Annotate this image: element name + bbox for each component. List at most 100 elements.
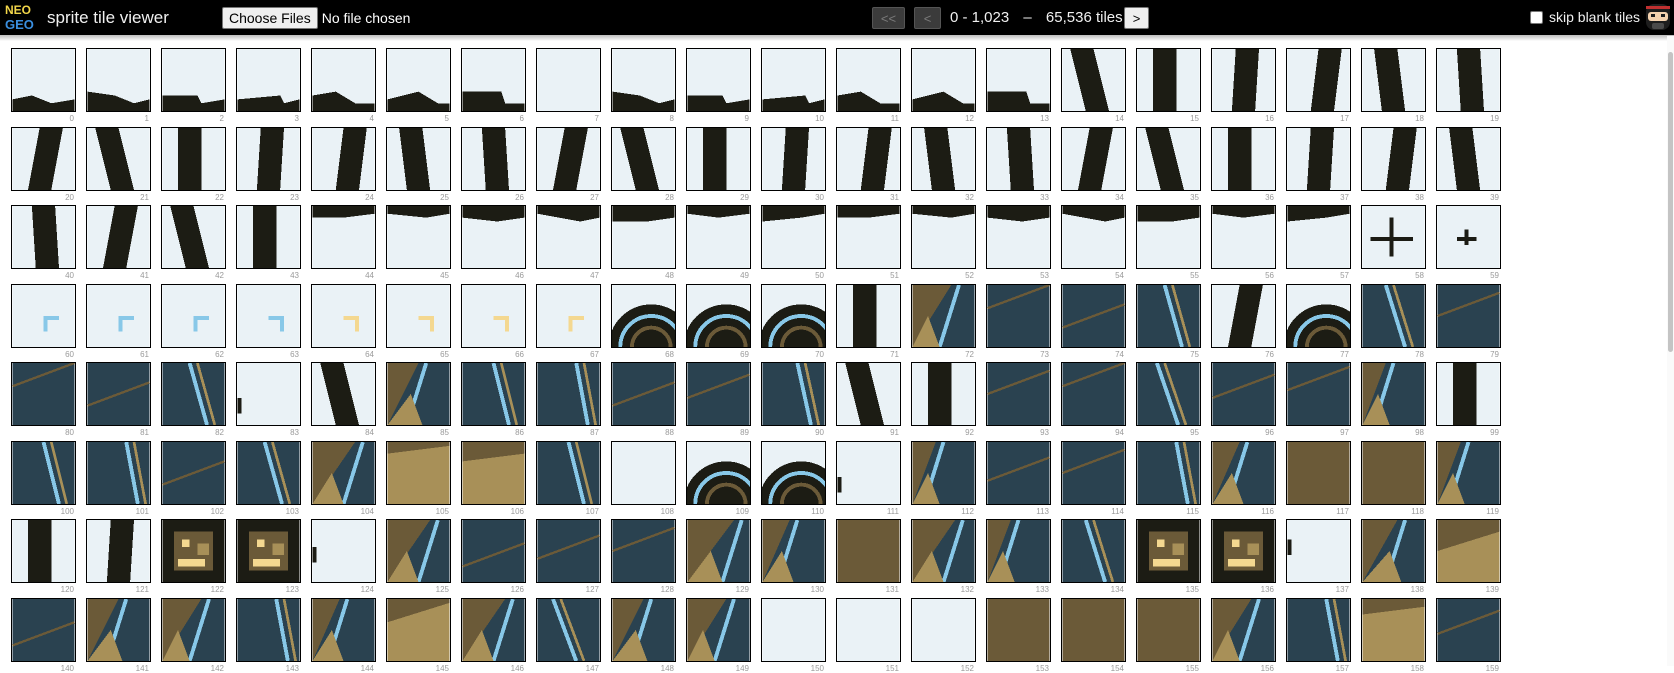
sprite-tile[interactable]: 66 bbox=[461, 284, 526, 359]
sprite-tile[interactable]: 123 bbox=[236, 519, 301, 594]
sprite-tile[interactable]: 130 bbox=[761, 519, 826, 594]
sprite-tile[interactable]: 129 bbox=[686, 519, 751, 594]
sprite-tile[interactable]: 127 bbox=[536, 519, 601, 594]
sprite-tile[interactable]: 21 bbox=[86, 127, 151, 202]
sprite-tile[interactable]: 46 bbox=[461, 205, 526, 280]
sprite-tile[interactable]: 52 bbox=[911, 205, 976, 280]
sprite-tile[interactable]: 32 bbox=[911, 127, 976, 202]
sprite-tile[interactable]: 53 bbox=[986, 205, 1051, 280]
sprite-tile[interactable]: 128 bbox=[611, 519, 676, 594]
sprite-tile[interactable]: 114 bbox=[1061, 441, 1126, 516]
sprite-tile[interactable]: 89 bbox=[686, 362, 751, 437]
sprite-tile[interactable]: 73 bbox=[986, 283, 1051, 359]
sprite-tile[interactable]: 151 bbox=[836, 598, 901, 673]
sprite-tile[interactable]: 106 bbox=[461, 441, 526, 516]
first-page-button[interactable]: << bbox=[872, 7, 905, 29]
sprite-tile[interactable]: 113 bbox=[986, 441, 1051, 516]
sprite-tile[interactable]: 43 bbox=[236, 205, 301, 280]
sprite-tile[interactable]: 156 bbox=[1211, 598, 1276, 673]
sprite-tile[interactable]: 42 bbox=[161, 205, 226, 280]
sprite-tile[interactable]: 107 bbox=[536, 441, 601, 516]
sprite-tile[interactable]: 23 bbox=[236, 127, 301, 202]
sprite-tile[interactable]: 120 bbox=[11, 519, 76, 594]
sprite-tile[interactable]: 63 bbox=[236, 284, 301, 359]
sprite-tile[interactable]: 0 bbox=[11, 48, 76, 123]
sprite-tile[interactable]: 72 bbox=[911, 284, 976, 359]
sprite-tile[interactable]: 39 bbox=[1436, 127, 1501, 202]
sprite-tile[interactable]: 93 bbox=[986, 362, 1051, 437]
sprite-tile[interactable]: 27 bbox=[536, 127, 601, 202]
sprite-tile[interactable]: 159 bbox=[1436, 598, 1501, 673]
sprite-tile[interactable]: 146 bbox=[461, 598, 526, 673]
sprite-tile[interactable]: 56 bbox=[1211, 205, 1276, 280]
sprite-tile[interactable]: 81 bbox=[86, 362, 151, 437]
sprite-tile[interactable]: 97 bbox=[1286, 362, 1351, 437]
sprite-tile[interactable]: 131 bbox=[836, 519, 901, 594]
sprite-tile[interactable]: 153 bbox=[986, 598, 1051, 673]
sprite-tile[interactable]: 28 bbox=[611, 127, 676, 202]
sprite-tile[interactable]: 6 bbox=[461, 48, 526, 123]
sprite-tile[interactable]: 150 bbox=[761, 598, 826, 673]
sprite-tile[interactable]: 142 bbox=[161, 598, 226, 673]
sprite-tile[interactable]: 36 bbox=[1211, 127, 1276, 202]
sprite-tile[interactable]: 119 bbox=[1436, 441, 1501, 516]
skip-blank-toggle[interactable]: skip blank tiles bbox=[1530, 9, 1640, 25]
sprite-tile[interactable]: 8 bbox=[611, 48, 676, 123]
sprite-tile[interactable]: 29 bbox=[686, 127, 751, 202]
sprite-tile[interactable]: 22 bbox=[161, 127, 226, 202]
sprite-tile[interactable]: 100 bbox=[11, 441, 76, 516]
sprite-tile[interactable]: 74 bbox=[1061, 284, 1126, 359]
sprite-tile[interactable]: 84 bbox=[311, 362, 376, 437]
sprite-tile[interactable]: 135 bbox=[1136, 519, 1201, 594]
sprite-tile[interactable]: 83 bbox=[236, 362, 301, 437]
sprite-tile[interactable]: 118 bbox=[1361, 441, 1426, 516]
sprite-tile[interactable]: 45 bbox=[386, 205, 451, 280]
vertical-scrollbar[interactable] bbox=[1667, 36, 1674, 666]
sprite-tile[interactable]: 101 bbox=[86, 441, 151, 516]
sprite-tile[interactable]: 96 bbox=[1211, 362, 1276, 437]
sprite-tile[interactable]: 140 bbox=[11, 598, 76, 673]
sprite-tile[interactable]: 9 bbox=[686, 48, 751, 123]
sprite-tile[interactable]: 122 bbox=[161, 519, 226, 594]
sprite-tile[interactable]: 19 bbox=[1436, 48, 1501, 123]
sprite-tile[interactable]: 149 bbox=[686, 598, 751, 673]
sprite-tile[interactable]: 121 bbox=[86, 519, 151, 594]
sprite-tile[interactable]: 71 bbox=[836, 284, 901, 359]
sprite-tile[interactable]: 137 bbox=[1286, 519, 1351, 594]
next-page-button[interactable]: > bbox=[1124, 7, 1149, 29]
sprite-tile[interactable]: 26 bbox=[461, 127, 526, 202]
prev-page-button[interactable]: < bbox=[914, 7, 941, 29]
sprite-tile[interactable]: 60 bbox=[11, 284, 76, 359]
sprite-tile[interactable]: 139 bbox=[1436, 519, 1501, 594]
sprite-tile[interactable]: 157 bbox=[1286, 598, 1351, 673]
sprite-tile[interactable]: 4 bbox=[311, 48, 376, 123]
sprite-tile[interactable]: 87 bbox=[536, 362, 601, 437]
sprite-tile[interactable]: 86 bbox=[461, 362, 526, 437]
sprite-tile[interactable]: 125 bbox=[386, 519, 451, 594]
sprite-tile[interactable]: 103 bbox=[236, 441, 301, 516]
sprite-tile[interactable]: 109 bbox=[683, 441, 769, 547]
sprite-tile[interactable]: 2 bbox=[161, 48, 226, 123]
sprite-tile[interactable]: 105 bbox=[386, 441, 451, 516]
sprite-tile[interactable]: 143 bbox=[236, 598, 301, 673]
sprite-tile[interactable]: 33 bbox=[986, 127, 1051, 202]
sprite-tile[interactable]: 40 bbox=[11, 205, 76, 280]
sprite-tile[interactable]: 5 bbox=[386, 48, 451, 123]
sprite-tile[interactable]: 80 bbox=[11, 361, 76, 437]
sprite-tile[interactable]: 88 bbox=[611, 362, 676, 437]
sprite-tile[interactable]: 35 bbox=[1136, 127, 1201, 202]
sprite-tile[interactable]: 57 bbox=[1286, 205, 1351, 280]
sprite-tile[interactable]: 54 bbox=[1061, 205, 1126, 280]
sprite-tile[interactable]: 136 bbox=[1211, 519, 1276, 594]
sprite-tile[interactable]: 112 bbox=[911, 441, 976, 516]
sprite-tile[interactable]: 126 bbox=[461, 519, 526, 594]
sprite-tile[interactable]: 124 bbox=[311, 519, 376, 594]
sprite-tile[interactable]: 17 bbox=[1286, 48, 1351, 123]
sprite-tile[interactable]: 82 bbox=[161, 362, 226, 437]
sprite-tile[interactable]: 55 bbox=[1136, 205, 1201, 280]
scrollbar-thumb[interactable] bbox=[1668, 52, 1673, 352]
sprite-tile[interactable]: 79 bbox=[1436, 284, 1501, 359]
sprite-tile[interactable]: 13 bbox=[986, 48, 1051, 123]
sprite-tile[interactable]: 67 bbox=[536, 284, 601, 359]
sprite-tile[interactable]: 38 bbox=[1361, 127, 1426, 202]
